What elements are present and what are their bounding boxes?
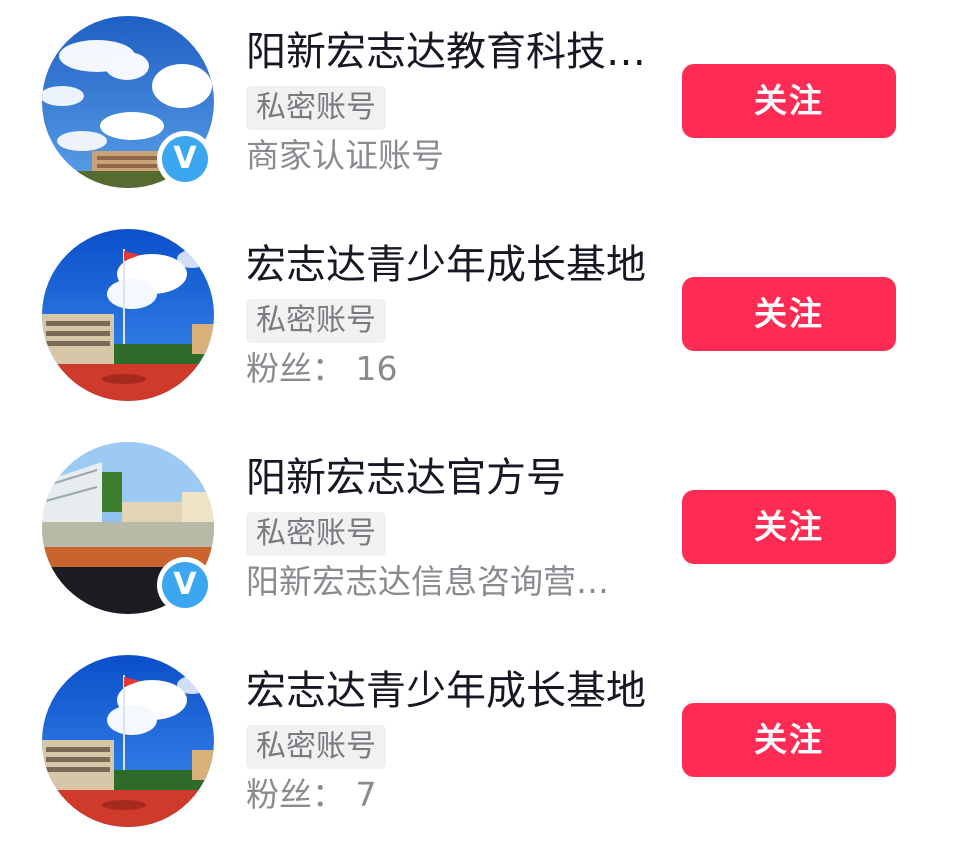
account-name[interactable]: 阳新宏志达教育科技…: [246, 28, 646, 76]
flag-sky-avatar-icon: [42, 655, 214, 827]
avatar[interactable]: V: [42, 442, 214, 614]
private-account-tag: 私密账号: [246, 299, 386, 343]
flag-sky-avatar-icon: [42, 229, 214, 401]
account-name[interactable]: 宏志达青少年成长基地: [246, 667, 646, 715]
private-account-tag: 私密账号: [246, 725, 386, 769]
account-list: V 阳新宏志达教育科技… 私密账号 商家认证账号 关注 宏志达青少年成长基地 私…: [0, 0, 960, 833]
follower-count: 粉丝： 7: [246, 775, 377, 814]
list-item[interactable]: V 阳新宏志达教育科技… 私密账号 商家认证账号 关注: [0, 6, 960, 206]
follow-button[interactable]: 关注: [682, 277, 896, 351]
list-item[interactable]: 宏志达青少年成长基地 私密账号 粉丝： 16 关注: [0, 219, 960, 419]
follow-button[interactable]: 关注: [682, 703, 896, 777]
follow-button[interactable]: 关注: [682, 490, 896, 564]
avatar[interactable]: [42, 655, 214, 827]
follower-count: 粉丝： 16: [246, 349, 398, 388]
follow-button[interactable]: 关注: [682, 64, 896, 138]
account-name[interactable]: 阳新宏志达官方号: [246, 454, 646, 502]
account-subtitle: 商家认证账号: [246, 136, 444, 175]
account-name[interactable]: 宏志达青少年成长基地: [246, 241, 646, 289]
verified-badge-icon: V: [157, 557, 213, 613]
list-item[interactable]: V 阳新宏志达官方号 私密账号 阳新宏志达信息咨询营… 关注: [0, 432, 960, 632]
verified-badge-icon: V: [157, 131, 213, 187]
account-subtitle: 阳新宏志达信息咨询营…: [246, 562, 609, 601]
private-account-tag: 私密账号: [246, 86, 386, 130]
list-item[interactable]: 宏志达青少年成长基地 私密账号 粉丝： 7 关注: [0, 645, 960, 845]
private-account-tag: 私密账号: [246, 512, 386, 556]
avatar[interactable]: [42, 229, 214, 401]
avatar[interactable]: V: [42, 16, 214, 188]
